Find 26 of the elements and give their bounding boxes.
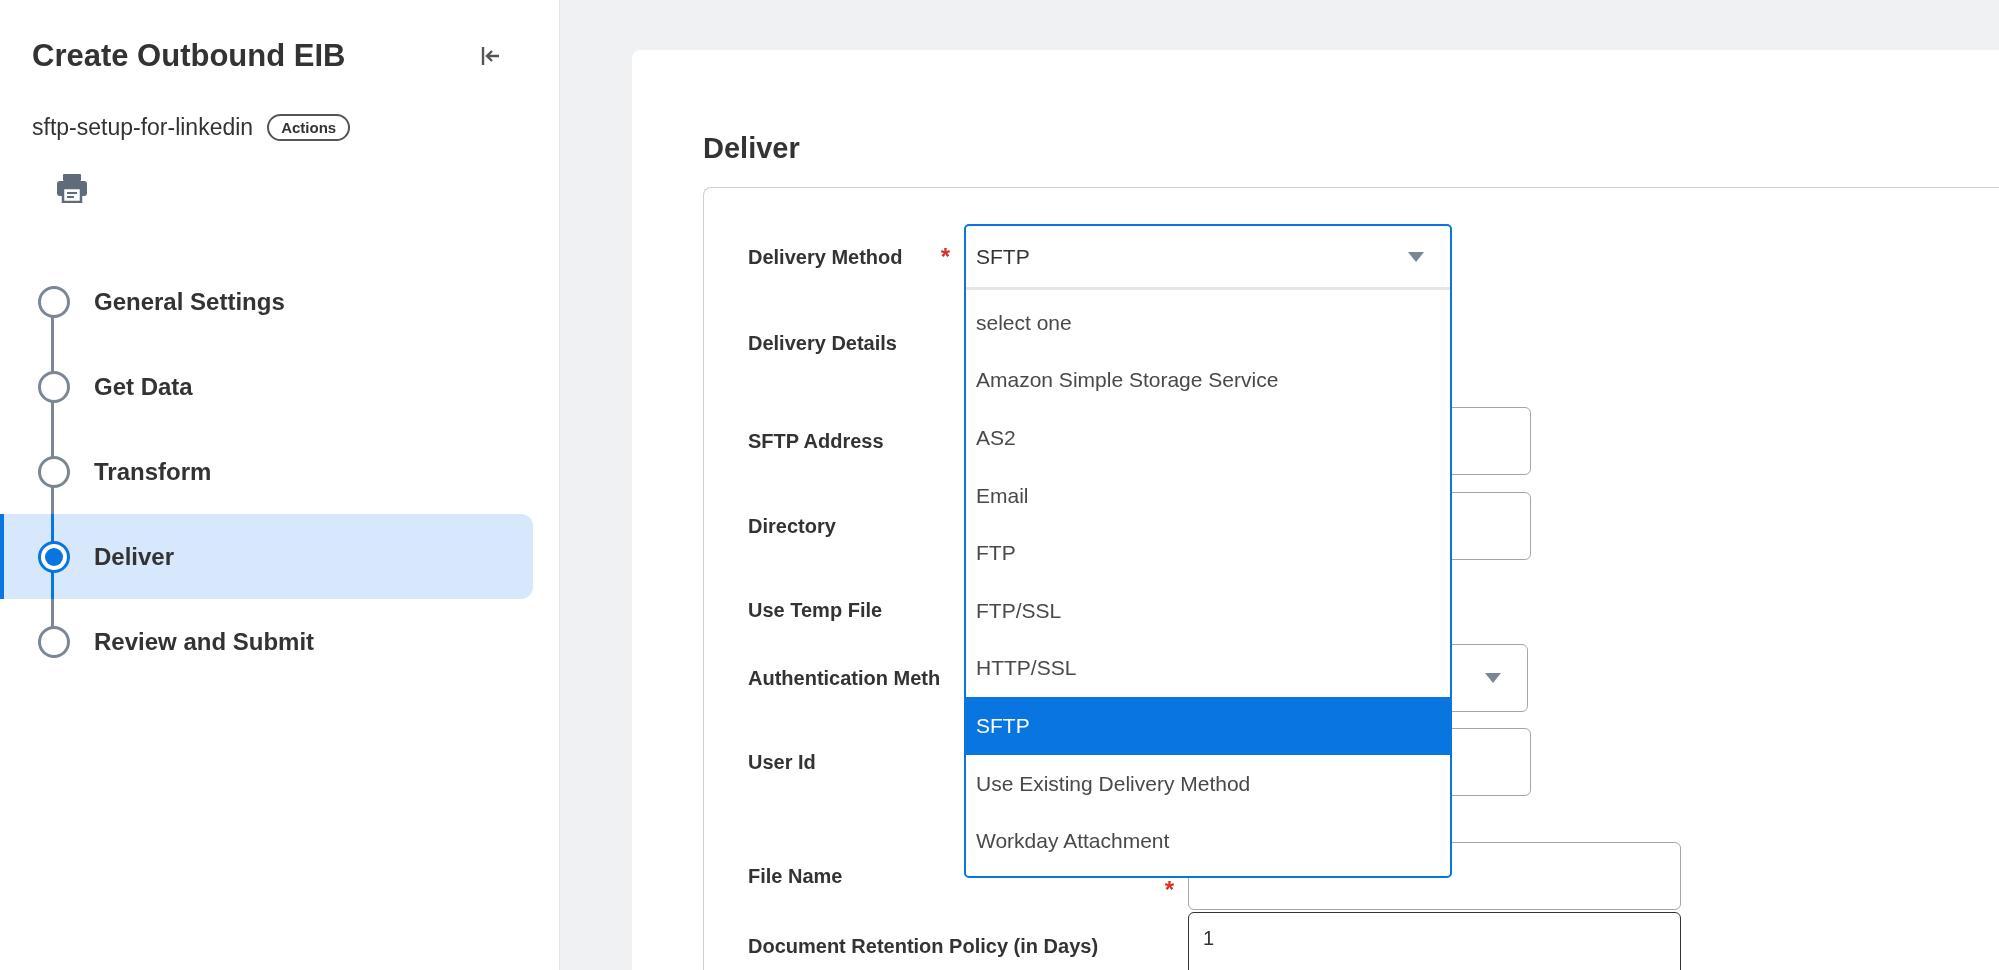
eib-name: sftp-setup-for-linkedin xyxy=(32,114,254,141)
field-label: SFTP Address xyxy=(748,429,884,453)
caret-icon xyxy=(1485,673,1501,683)
page-title: Create Outbound EIB xyxy=(32,38,346,74)
dropdown-option[interactable]: SFTP xyxy=(966,697,1450,755)
field-label: File Name xyxy=(748,864,843,888)
actions-button[interactable]: Actions xyxy=(267,114,351,141)
field-label: Delivery Details xyxy=(748,331,897,355)
required-mark: * xyxy=(1164,878,1174,902)
step-item[interactable]: Deliver xyxy=(0,514,533,599)
required-mark: * xyxy=(940,245,950,269)
step-item[interactable]: Review and Submit xyxy=(0,599,533,684)
printer-icon[interactable] xyxy=(56,173,88,203)
field-label: Use Temp File xyxy=(748,598,883,622)
field-label: Delivery Method xyxy=(748,245,903,269)
step-item[interactable]: Get Data xyxy=(0,344,533,429)
field-label: Directory xyxy=(748,514,836,538)
field-label: Document Retention Policy (in Days) xyxy=(748,934,1099,958)
delivery-method-select[interactable]: SFTP xyxy=(966,226,1450,290)
field-label: User Id xyxy=(748,750,816,774)
text-field[interactable]: 1 xyxy=(1188,912,1681,970)
section-heading: Deliver xyxy=(703,132,801,165)
step-item[interactable]: General Settings xyxy=(0,259,533,344)
field-label: Authentication Meth xyxy=(748,666,941,690)
step-item[interactable]: Transform xyxy=(0,429,533,514)
caret-icon xyxy=(1408,251,1424,262)
